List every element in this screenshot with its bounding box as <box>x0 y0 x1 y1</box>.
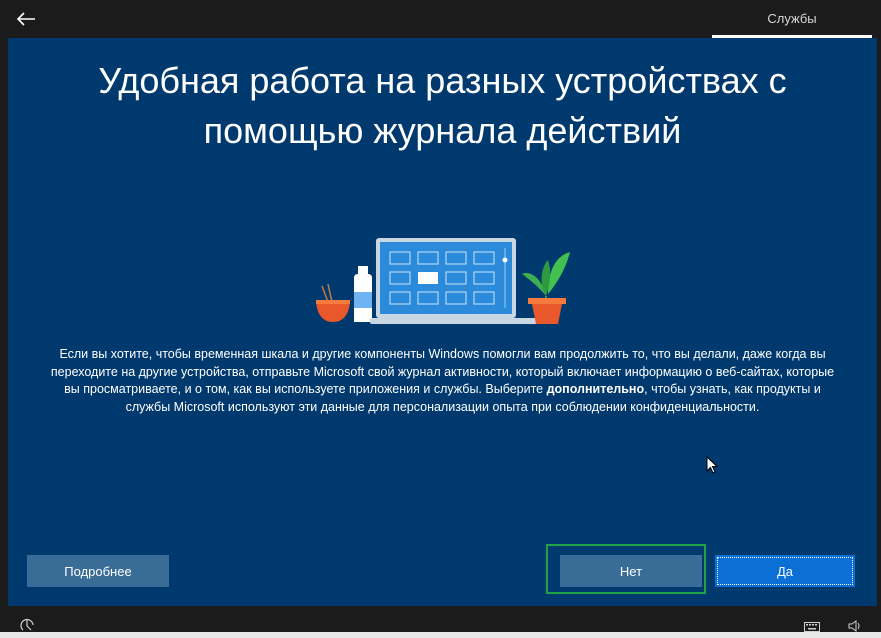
learn-more-button[interactable]: Подробнее <box>27 555 169 587</box>
section-label: Службы <box>767 11 817 26</box>
yes-button[interactable]: Да <box>715 555 855 587</box>
keyboard-icon[interactable] <box>804 622 820 632</box>
page-title: Удобная работа на разных устройствах с п… <box>98 60 787 151</box>
laptop-plant-illustration <box>316 238 570 324</box>
accessibility-icon[interactable] <box>20 616 36 632</box>
back-arrow-icon <box>16 12 35 26</box>
description-bold-term: дополнительно <box>546 382 645 396</box>
back-button[interactable] <box>8 4 44 34</box>
bottom-strip <box>0 632 881 638</box>
mouse-cursor-icon <box>706 456 718 474</box>
oobe-panel: Удобная работа на разных устройствах с п… <box>8 38 877 606</box>
volume-icon[interactable] <box>848 620 862 632</box>
description-text: Если вы хотите, чтобы временная шкала и … <box>48 346 837 416</box>
no-button[interactable]: Нет <box>560 555 702 587</box>
top-bar: Службы <box>0 0 881 38</box>
